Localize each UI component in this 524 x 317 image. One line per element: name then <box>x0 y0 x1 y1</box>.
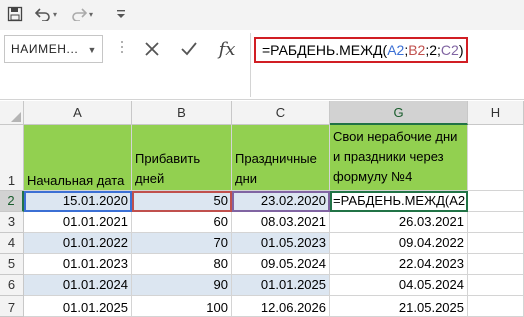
row-header-3[interactable]: 3 <box>0 212 24 233</box>
formula-prefix: =РАБДЕНЬ.МЕЖД( <box>262 42 388 58</box>
cell-h7[interactable] <box>468 296 524 317</box>
cell-h1[interactable] <box>468 125 524 191</box>
cell-g5[interactable]: 22.04.2023 <box>330 254 468 275</box>
formula-bar-grip[interactable] <box>119 38 125 60</box>
cell-c2[interactable]: 23.02.2020 <box>232 191 330 212</box>
cell-g7[interactable]: 21.05.2025 <box>330 296 468 317</box>
cell-b7[interactable]: 100 <box>132 296 232 317</box>
column-header-g[interactable]: G <box>330 101 468 125</box>
cell-b6[interactable]: 90 <box>132 275 232 296</box>
cell-h2[interactable] <box>468 191 524 212</box>
insert-function-icon[interactable]: fx <box>214 36 240 62</box>
cell-c3[interactable]: 08.03.2021 <box>232 212 330 233</box>
header-cell-c1[interactable]: Праздничные дни <box>232 125 330 191</box>
formula-ref-b: B2 <box>408 42 426 58</box>
cell-h6[interactable] <box>468 275 524 296</box>
cell-a6[interactable]: 01.01.2024 <box>24 275 132 296</box>
cell-c6[interactable]: 01.01.2025 <box>232 275 330 296</box>
undo-dropdown-icon[interactable]: ▾ <box>53 10 57 19</box>
cell-h3[interactable] <box>468 212 524 233</box>
header-cell-b1[interactable]: Прибавить дней <box>132 125 232 191</box>
row-header-5[interactable]: 5 <box>0 254 24 275</box>
column-header-a[interactable]: A <box>24 101 132 125</box>
name-box-value: НАИМЕН... <box>11 42 79 56</box>
quick-access-toolbar: ▾ ▾ <box>0 0 524 30</box>
formula-text-highlight[interactable]: =РАБДЕНЬ.МЕЖД(A2; B2 ;2; C2) <box>254 37 468 63</box>
redo-dropdown-icon[interactable]: ▾ <box>89 10 93 19</box>
row-header-1[interactable]: 1 <box>0 125 24 191</box>
fx-label: fx <box>218 38 236 60</box>
cell-a7[interactable]: 01.01.2025 <box>24 296 132 317</box>
name-box-dropdown-icon[interactable]: ▼ <box>87 45 97 55</box>
cell-g2-editing[interactable]: =РАБДЕНЬ.МЕЖД(A2; <box>330 191 468 212</box>
cell-b3[interactable]: 60 <box>132 212 232 233</box>
column-header-h[interactable]: H <box>468 101 524 125</box>
row-header-7[interactable]: 7 <box>0 296 24 317</box>
cell-h4[interactable] <box>468 233 524 254</box>
formula-ref-c: C2 <box>440 42 459 58</box>
formula-ref-a: A2 <box>387 42 405 58</box>
cell-c4[interactable]: 01.05.2023 <box>232 233 330 254</box>
row-header-6[interactable]: 6 <box>0 275 24 296</box>
formula-sep-2: ;2; <box>425 42 441 58</box>
save-icon[interactable] <box>4 4 26 24</box>
spreadsheet-grid: A B C G H 1 2 3 4 5 6 7 Начальная дата П… <box>0 101 524 317</box>
redo-icon[interactable]: ▾ <box>68 4 96 24</box>
cell-a4[interactable]: 01.01.2022 <box>24 233 132 254</box>
row-header-4[interactable]: 4 <box>0 233 24 254</box>
enter-icon[interactable] <box>176 36 202 62</box>
column-header-c[interactable]: C <box>232 101 330 125</box>
header-cell-g1[interactable]: Свои нерабочие дни и праздники через фор… <box>330 125 468 191</box>
cell-a2[interactable]: 15.01.2020 <box>24 191 132 212</box>
undo-icon[interactable]: ▾ <box>32 4 60 24</box>
cell-g4[interactable]: 09.04.2022 <box>330 233 468 254</box>
cell-c5[interactable]: 09.05.2024 <box>232 254 330 275</box>
cell-g3[interactable]: 26.03.2021 <box>330 212 468 233</box>
cell-g6[interactable]: 04.05.2024 <box>330 275 468 296</box>
formula-suffix: ) <box>458 42 464 58</box>
cell-b2[interactable]: 50 <box>132 191 232 212</box>
select-all-corner[interactable] <box>0 101 24 125</box>
cell-c7[interactable]: 12.06.2026 <box>232 296 330 317</box>
cell-a3[interactable]: 01.01.2021 <box>24 212 132 233</box>
cell-a5[interactable]: 01.01.2023 <box>24 254 132 275</box>
name-box[interactable]: НАИМЕН... ▼ <box>4 35 103 63</box>
cell-b4[interactable]: 70 <box>132 233 232 254</box>
cell-b5[interactable]: 80 <box>132 254 232 275</box>
customize-toolbar-icon[interactable] <box>114 4 128 24</box>
row-header-2[interactable]: 2 <box>0 191 24 212</box>
cancel-icon[interactable] <box>139 36 165 62</box>
cell-h5[interactable] <box>468 254 524 275</box>
column-header-b[interactable]: B <box>132 101 232 125</box>
header-cell-a1[interactable]: Начальная дата <box>24 125 132 191</box>
